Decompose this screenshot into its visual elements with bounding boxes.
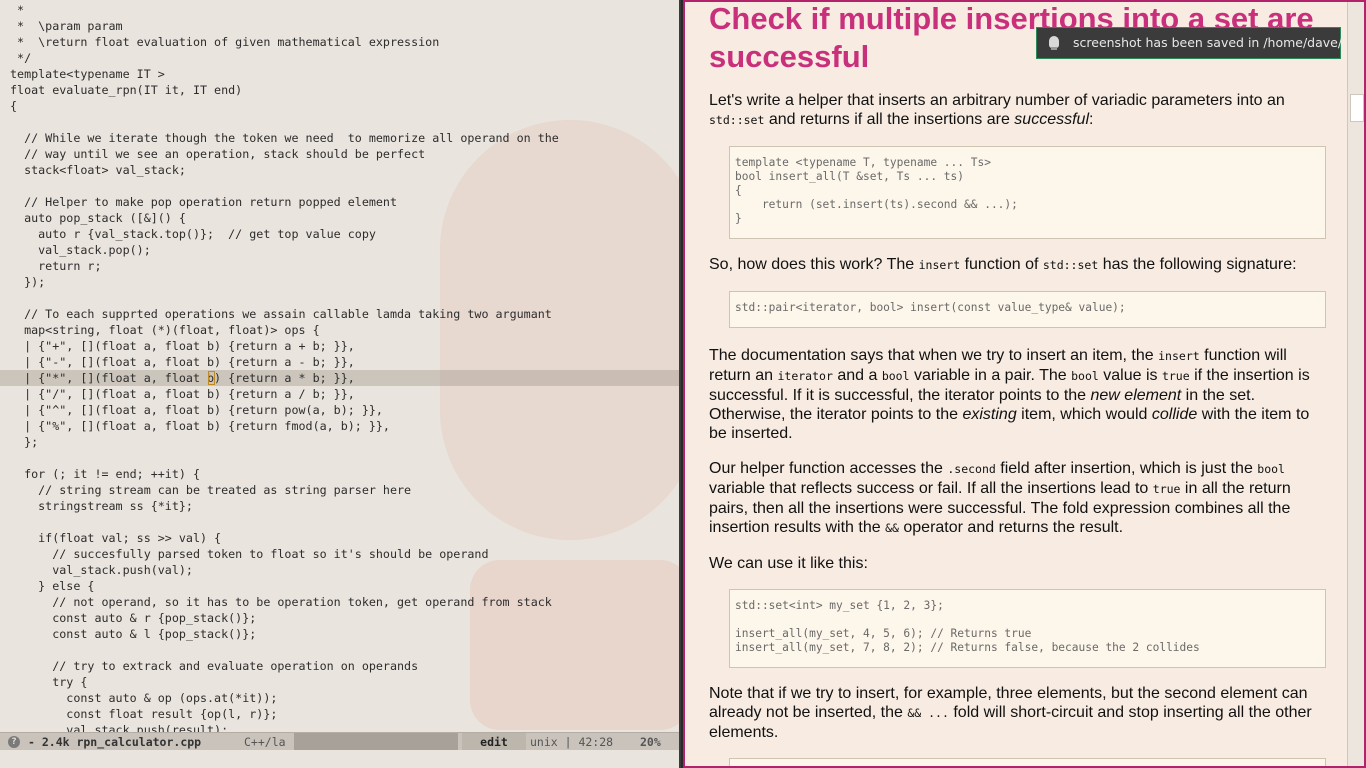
code-line[interactable]: for (; it != end; ++it) { <box>0 466 679 482</box>
code-line[interactable]: * <box>0 2 679 18</box>
paragraph-short-circuit: Note that if we try to insert, for examp… <box>709 685 1312 741</box>
article-content: Check if multiple insertions into a set … <box>709 2 1327 766</box>
code-line[interactable]: template<typename IT > <box>0 66 679 82</box>
code-line[interactable]: const float result {op(l, r)}; <box>0 706 679 722</box>
code-line[interactable] <box>0 514 679 530</box>
code-line[interactable]: // string stream can be treated as strin… <box>0 482 679 498</box>
code-line[interactable]: const auto & op (ops.at(*it)); <box>0 690 679 706</box>
code-line[interactable] <box>0 450 679 466</box>
code-line[interactable]: | {"*", [](float a, float b) {return a *… <box>0 370 679 386</box>
code-line[interactable]: { <box>0 98 679 114</box>
code-line[interactable]: }); <box>0 274 679 290</box>
code-line[interactable]: * \return float evaluation of given math… <box>0 34 679 50</box>
code-line[interactable]: | {"%", [](float a, float b) {return fmo… <box>0 418 679 434</box>
code-block-signature: std::pair<iterator, bool> insert(const v… <box>729 291 1326 328</box>
code-line[interactable]: const auto & l {pop_stack()}; <box>0 626 679 642</box>
code-line[interactable]: auto r {val_stack.top()}; // get top val… <box>0 226 679 242</box>
code-line[interactable]: // way until we see an operation, stack … <box>0 146 679 162</box>
code-line[interactable]: const auto & r {pop_stack()}; <box>0 610 679 626</box>
code-line[interactable]: stringstream ss {*it}; <box>0 498 679 514</box>
code-line[interactable]: auto pop_stack ([&]() { <box>0 210 679 226</box>
code-line[interactable]: map<string, float (*)(float, float)> ops… <box>0 322 679 338</box>
buffer-name: - 2.4k rpn_calculator.cpp <box>28 735 202 749</box>
code-block-insert-all: template <typename T, typename ... Ts> b… <box>729 146 1326 239</box>
cursor-position: unix | 42:28 <box>530 735 614 749</box>
code-line[interactable]: } else { <box>0 578 679 594</box>
minibuffer[interactable] <box>0 750 679 768</box>
mode-line: ? - 2.4k rpn_calculator.cpp C++/la edit … <box>0 732 679 751</box>
buffer-percent: 20% <box>640 735 661 749</box>
code-line[interactable]: if(float val; ss >> val) { <box>0 530 679 546</box>
code-line[interactable]: val_stack.pop(); <box>0 242 679 258</box>
code-line[interactable]: | {"^", [](float a, float b) {return pow… <box>0 402 679 418</box>
scrollbar-thumb[interactable] <box>1350 94 1364 122</box>
code-line[interactable]: // To each supprted operations we assain… <box>0 306 679 322</box>
code-line[interactable] <box>0 290 679 306</box>
paragraph-usage: We can use it like this: <box>709 555 868 572</box>
code-line[interactable]: return r; <box>0 258 679 274</box>
mode-line-filler <box>294 733 458 750</box>
major-mode[interactable]: C++/la <box>244 733 286 751</box>
code-line[interactable]: | {"-", [](float a, float b) {return a -… <box>0 354 679 370</box>
vertical-scrollbar[interactable] <box>1347 2 1364 766</box>
code-line[interactable]: // not operand, so it has to be operatio… <box>0 594 679 610</box>
code-line[interactable]: | {"+", [](float a, float b) {return a +… <box>0 338 679 354</box>
paragraph-signature: So, how does this work? The insert funct… <box>709 256 1297 273</box>
paragraph-intro: Let's write a helper that inserts an arb… <box>709 92 1285 128</box>
code-block-next <box>729 758 1326 766</box>
lightbulb-icon <box>1049 36 1059 50</box>
code-line[interactable]: val_stack.push(val); <box>0 562 679 578</box>
code-block-usage: std::set<int> my_set {1, 2, 3}; insert_a… <box>729 589 1326 668</box>
code-line[interactable]: try { <box>0 674 679 690</box>
code-line[interactable]: * \param param <box>0 18 679 34</box>
code-line[interactable]: stack<float> val_stack; <box>0 162 679 178</box>
code-line[interactable]: // Helper to make pop operation return p… <box>0 194 679 210</box>
code-line[interactable]: | {"/", [](float a, float b) {return a /… <box>0 386 679 402</box>
code-line[interactable]: */ <box>0 50 679 66</box>
edit-state: edit <box>462 733 526 751</box>
code-editor[interactable]: * * \param param * \return float evaluat… <box>0 0 681 768</box>
notification-text: screenshot has been saved in /home/dave/ <box>1073 35 1343 50</box>
code-line[interactable]: // try to extrack and evaluate operation… <box>0 658 679 674</box>
paragraph-helper: Our helper function accesses the .second… <box>709 460 1291 536</box>
code-line[interactable] <box>0 114 679 130</box>
code-buffer[interactable]: * * \param param * \return float evaluat… <box>0 2 679 738</box>
code-line[interactable] <box>0 642 679 658</box>
browser-window[interactable]: Check if multiple insertions into a set … <box>683 0 1366 768</box>
help-indicator-icon[interactable]: ? <box>8 736 20 748</box>
notification-toast[interactable]: screenshot has been saved in /home/dave/ <box>1036 27 1343 59</box>
code-line[interactable]: }; <box>0 434 679 450</box>
code-line[interactable] <box>0 178 679 194</box>
code-line[interactable]: // succesfully parsed token to float so … <box>0 546 679 562</box>
code-line[interactable]: // While we iterate though the token we … <box>0 130 679 146</box>
paragraph-documentation: The documentation says that when we try … <box>709 347 1310 442</box>
code-line[interactable]: float evaluate_rpn(IT it, IT end) <box>0 82 679 98</box>
